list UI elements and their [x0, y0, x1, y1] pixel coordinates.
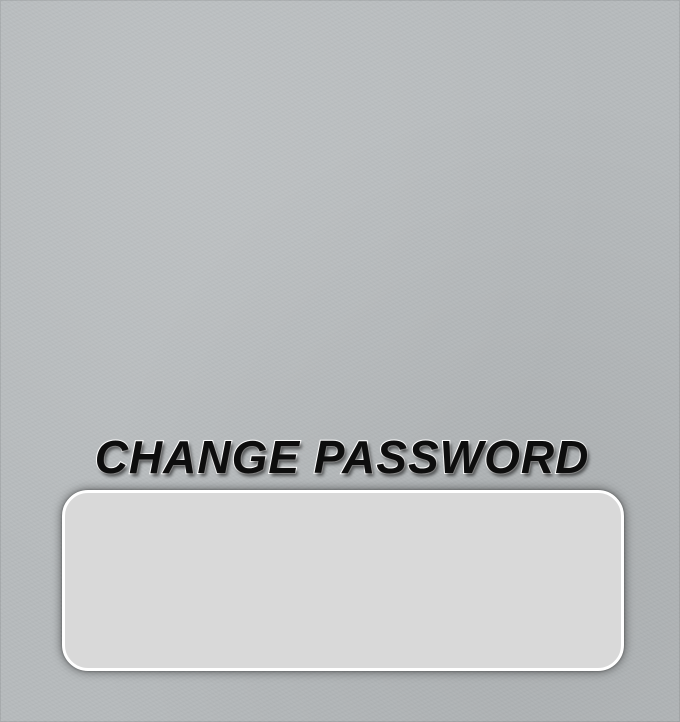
page-title: CHANGE PASSWORD: [94, 430, 590, 484]
background: CHANGE PASSWORD: [0, 0, 680, 722]
change-password-panel: [62, 490, 624, 671]
